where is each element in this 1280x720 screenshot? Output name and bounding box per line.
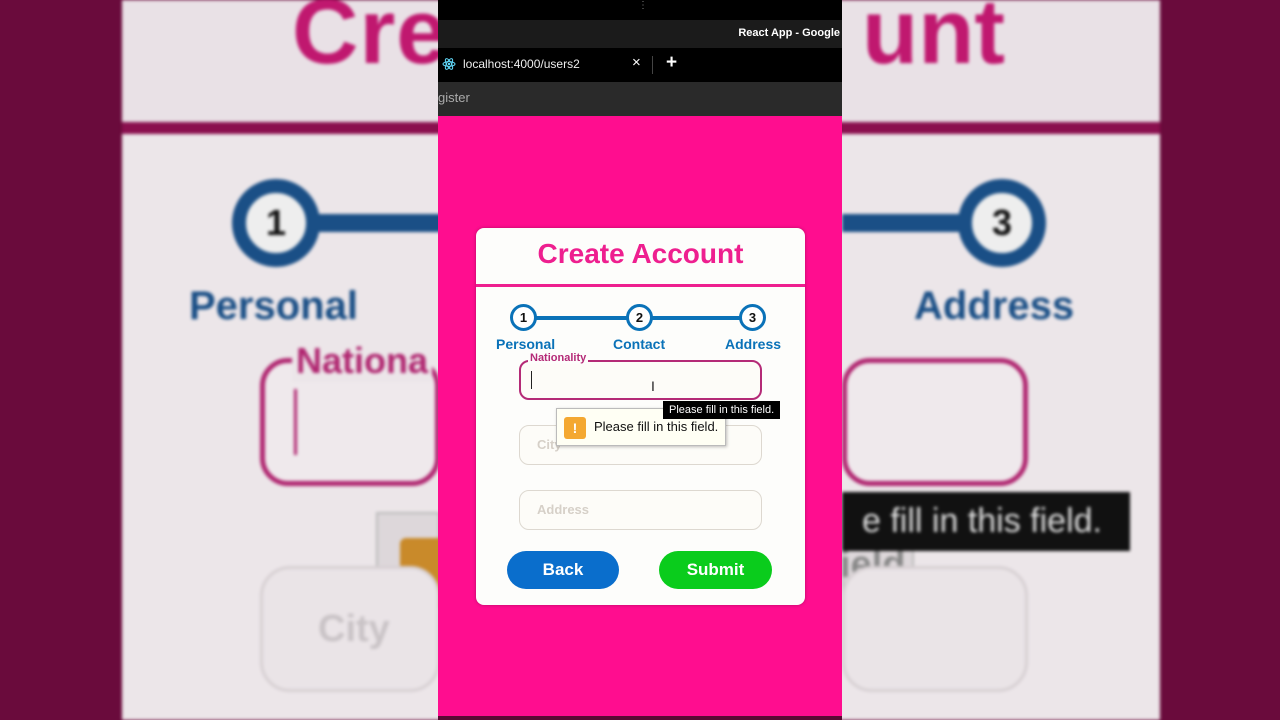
window-title: React App - Google xyxy=(738,27,840,39)
blurred-step-3: 3 xyxy=(958,179,1046,267)
title-divider xyxy=(476,284,805,287)
tab-close-icon[interactable]: × xyxy=(632,54,641,71)
blurred-title-right: unt xyxy=(862,0,1006,83)
browser-window: ⋮ React App - Google localhost:4000/user… xyxy=(438,0,842,720)
blurred-caret xyxy=(294,389,297,455)
page-title: Create Account xyxy=(537,238,744,269)
blurred-field-right-lower xyxy=(842,566,1028,692)
tab-title[interactable]: localhost:4000/users2 xyxy=(463,57,580,71)
bottom-edge xyxy=(438,716,842,720)
step-1-circle: 1 xyxy=(510,304,537,331)
address-text: gister xyxy=(438,90,470,105)
blurred-step-line-left xyxy=(312,214,452,232)
blurred-label-address: Address xyxy=(914,284,1075,328)
submit-button[interactable]: Submit xyxy=(659,551,772,589)
window-titlebar: React App - Google xyxy=(438,20,842,48)
blurred-step-1: 1 xyxy=(232,179,320,267)
blurred-field-label: Nationa xyxy=(292,340,433,382)
new-tab-button[interactable]: + xyxy=(666,52,677,74)
blurred-title-left: Cre xyxy=(292,0,449,83)
tab-separator xyxy=(652,56,653,74)
address-placeholder: Address xyxy=(537,502,590,517)
step-1-label: Personal xyxy=(496,336,556,352)
validation-message: Please fill in this field. xyxy=(594,419,719,434)
blurred-label-personal: Personal xyxy=(189,284,358,328)
create-account-card: Create Account 1 2 3 Personal Contact Ad… xyxy=(476,228,805,605)
step-2-label: Contact xyxy=(613,336,666,352)
text-caret xyxy=(531,371,532,389)
top-drag-bar: ⋮ xyxy=(438,0,842,20)
step-3-label: Address xyxy=(725,336,782,352)
step-2-circle: 2 xyxy=(626,304,653,331)
blurred-city-text: City xyxy=(318,608,390,650)
nationality-label: Nationality xyxy=(528,352,589,364)
blurred-field-right xyxy=(842,358,1028,486)
blurred-step-line-right xyxy=(842,214,972,232)
step-3-circle: 3 xyxy=(739,304,766,331)
drag-handle-icon[interactable]: ⋮ xyxy=(638,1,648,11)
warning-icon: ! xyxy=(564,417,586,439)
tooltip: Please fill in this field. xyxy=(663,401,781,419)
back-button[interactable]: Back xyxy=(507,551,619,589)
text-cursor-icon: I xyxy=(651,378,655,394)
step-connector-1 xyxy=(536,316,636,320)
nationality-input[interactable]: I xyxy=(519,360,762,400)
react-logo-icon xyxy=(442,58,456,70)
address-input[interactable]: Address xyxy=(519,490,762,530)
address-bar[interactable]: gister xyxy=(438,82,842,116)
tab-bar: localhost:4000/users2 × + xyxy=(438,48,842,82)
step-connector-2 xyxy=(652,316,752,320)
blurred-tooltip: e fill in this field. xyxy=(842,492,1130,551)
